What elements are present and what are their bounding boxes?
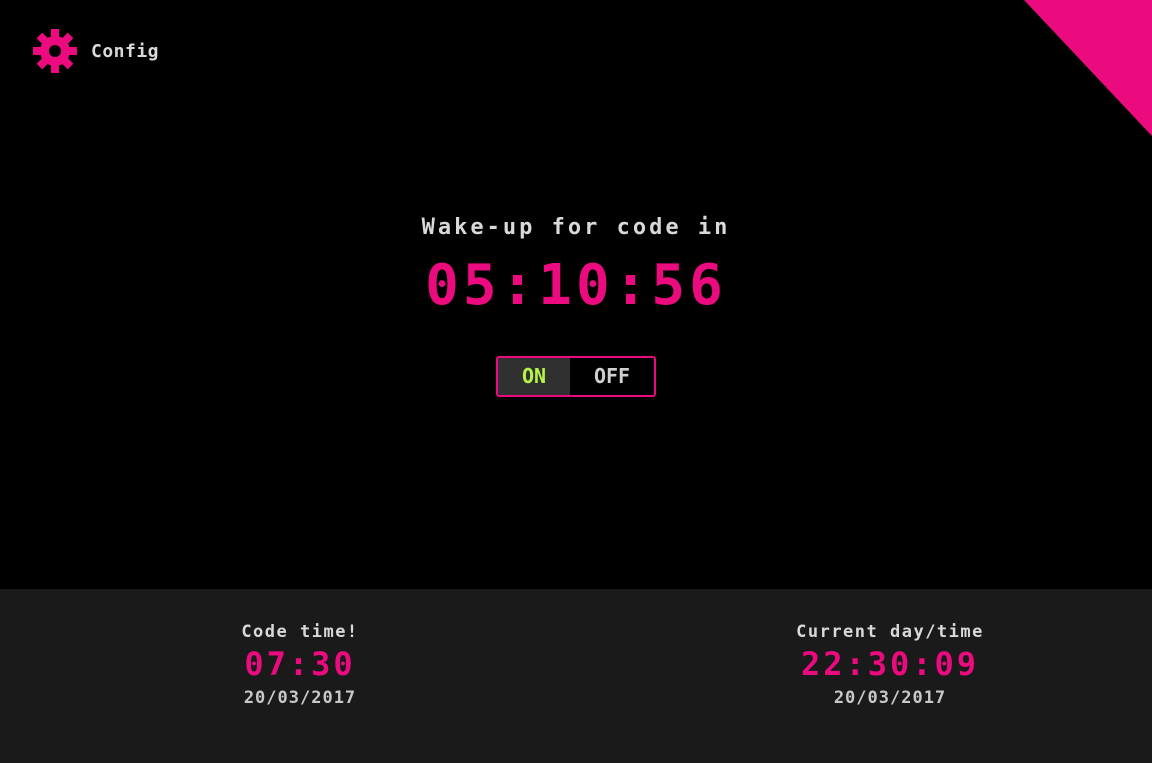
countdown-timer: 05:10:56 (425, 253, 727, 318)
current-time-panel: Current day/time 22:30:09 20/03/2017 (742, 619, 1038, 713)
current-time-value: 22:30:09 (800, 645, 980, 683)
alarm-toggle[interactable]: ON OFF (496, 356, 656, 397)
toggle-on-button[interactable]: ON (498, 358, 570, 395)
code-time-title: Code time! (241, 622, 359, 642)
footer-bar: Code time! 07:30 20/03/2017 Current day/… (0, 589, 1152, 763)
countdown-section: Wake-up for code in 05:10:56 ON OFF (0, 210, 1152, 397)
config-button[interactable]: Config (33, 29, 159, 73)
code-time-value: 07:30 (244, 645, 356, 683)
toggle-off-button[interactable]: OFF (570, 358, 654, 395)
current-time-date: 20/03/2017 (833, 688, 947, 708)
alarm-page: Config Wake-up for code in 05:10:56 ON O… (0, 0, 1152, 763)
gear-icon (33, 29, 77, 73)
config-label: Config (91, 40, 160, 62)
current-time-title: Current day/time (796, 622, 984, 642)
corner-accent (1024, 0, 1152, 136)
code-time-panel: Code time! 07:30 20/03/2017 (200, 619, 400, 713)
code-time-date: 20/03/2017 (243, 688, 357, 708)
wake-up-label: Wake-up for code in (421, 215, 731, 240)
